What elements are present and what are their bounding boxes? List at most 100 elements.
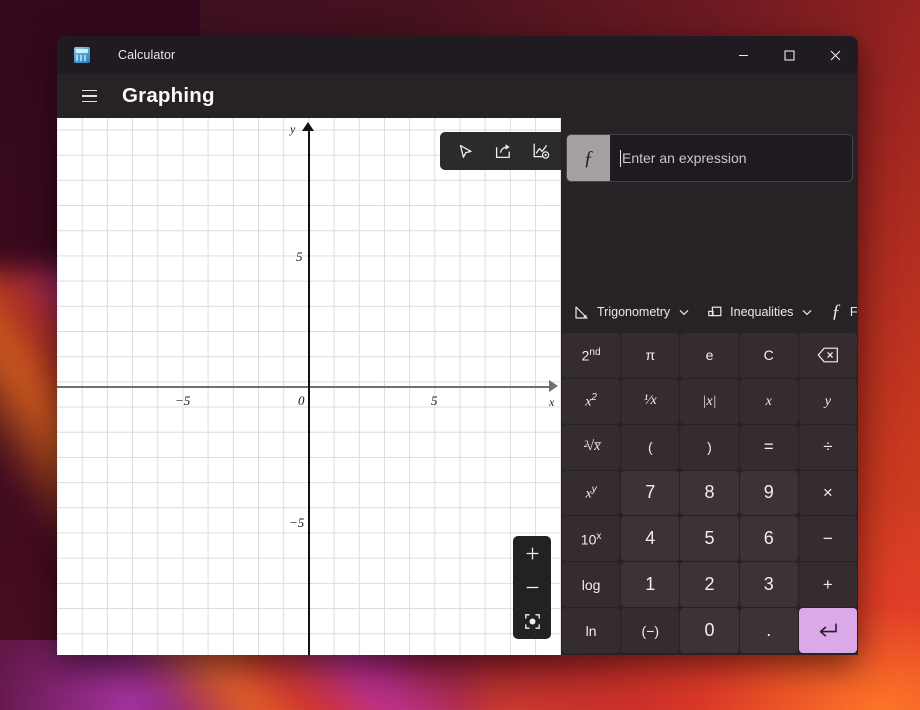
key-3[interactable]: 3 (739, 562, 798, 608)
key-ten-power[interactable]: 10x (562, 516, 621, 562)
key-8[interactable]: 8 (680, 470, 739, 516)
key-5[interactable]: 5 (680, 516, 739, 562)
key-7[interactable]: 7 (621, 470, 680, 516)
y-axis-label: y (290, 122, 296, 136)
calculator-icon (74, 47, 90, 63)
key-add[interactable]: + (798, 562, 857, 608)
inequalities-dropdown[interactable]: Inequalities (706, 304, 813, 321)
key-clear-label: C (763, 347, 774, 364)
key-power-label: xy (585, 483, 597, 502)
y-tick-minus5: −5 (289, 515, 305, 530)
function-category-bar: Trigonometry Inequalities ƒ F (561, 292, 858, 332)
key-y-label: y (824, 394, 831, 410)
maximize-button[interactable] (766, 36, 812, 74)
key-clear[interactable]: C (739, 333, 798, 378)
backspace-icon (817, 348, 838, 363)
key-equals-label: = (763, 437, 774, 457)
key-reciprocal[interactable]: ¹⁄x (621, 378, 680, 424)
key-5-label: 5 (704, 528, 715, 549)
key-1[interactable]: 1 (621, 562, 680, 608)
minimize-button[interactable] (720, 36, 766, 74)
key-paren-close-label: ) (707, 439, 712, 456)
key-second-label: 2nd (581, 347, 601, 364)
app-title: Calculator (118, 48, 176, 62)
chevron-down-icon (678, 309, 690, 316)
key-negate-label: (−) (641, 622, 660, 639)
key-4[interactable]: 4 (621, 516, 680, 562)
expression-area: ƒ Enter an expression (561, 118, 858, 292)
key-subtract[interactable]: − (798, 516, 857, 562)
window-body: −5 0 5 x 5 −5 y ƒ Enter an expression Tr… (57, 118, 858, 655)
inequality-icon (706, 304, 723, 321)
key-multiply[interactable]: × (798, 470, 857, 516)
key-enter[interactable] (798, 608, 857, 653)
key-e[interactable]: e (680, 333, 739, 378)
key-second[interactable]: 2nd (562, 333, 621, 378)
x-axis-label: x (549, 395, 555, 409)
key-log[interactable]: log (562, 562, 621, 608)
graph-toolbar (440, 132, 561, 170)
function-style-button[interactable]: ƒ (567, 135, 610, 181)
key-paren-close[interactable]: ) (680, 424, 739, 470)
key-pi[interactable]: π (621, 333, 680, 378)
text-caret (620, 149, 621, 167)
x-axis-arrow (549, 380, 558, 392)
x-tick-0: 0 (298, 393, 305, 408)
functions-dropdown[interactable]: ƒ F (831, 301, 857, 323)
graph-settings-icon[interactable] (530, 140, 552, 162)
key-0-label: 0 (704, 620, 715, 641)
inequalities-label: Inequalities (730, 305, 794, 319)
app-header: Graphing (57, 74, 858, 118)
calculator-window: Calculator Graphing −5 0 5 x 5 −5 y ƒ En… (57, 36, 858, 655)
window-controls (720, 36, 858, 74)
trigonometry-label: Trigonometry (597, 305, 671, 319)
key-pi-label: π (645, 347, 656, 364)
key-9[interactable]: 9 (739, 470, 798, 516)
key-decimal[interactable]: . (739, 608, 798, 653)
key-2[interactable]: 2 (680, 562, 739, 608)
key-log-label: log (581, 576, 601, 593)
key-y[interactable]: y (798, 378, 857, 424)
key-x[interactable]: x (739, 378, 798, 424)
zoom-out-button[interactable] (516, 572, 548, 602)
function-symbol-icon: ƒ (831, 301, 841, 322)
cursor-arrow-icon[interactable] (454, 140, 476, 162)
key-square[interactable]: x2 (562, 378, 621, 424)
x-tick-minus5: −5 (175, 393, 191, 408)
key-paren-open[interactable]: ( (621, 424, 680, 470)
x-tick-5: 5 (431, 393, 438, 408)
root-glyph: 2 √x̅ (583, 439, 601, 455)
key-power[interactable]: xy (562, 470, 621, 516)
key-8-label: 8 (704, 482, 715, 503)
key-equals[interactable]: = (739, 424, 798, 470)
key-e-label: e (705, 347, 714, 364)
key-ln[interactable]: ln (562, 608, 621, 653)
expression-input[interactable]: Enter an expression (610, 135, 852, 181)
close-button[interactable] (812, 36, 858, 74)
key-paren-open-label: ( (647, 439, 653, 456)
key-9-label: 9 (763, 482, 774, 503)
zoom-in-button[interactable] (516, 538, 548, 568)
key-square-label: x2 (585, 391, 597, 410)
reset-view-button[interactable] (516, 607, 548, 637)
key-negate[interactable]: (−) (621, 608, 680, 653)
key-backspace[interactable] (798, 333, 857, 378)
expression-row[interactable]: ƒ Enter an expression (566, 134, 853, 182)
key-6[interactable]: 6 (739, 516, 798, 562)
title-bar: Calculator (57, 36, 858, 74)
key-absolute[interactable]: |x| (680, 378, 739, 424)
functions-label: F (849, 305, 858, 319)
key-0[interactable]: 0 (680, 608, 739, 653)
key-4-label: 4 (645, 528, 656, 549)
y-axis-line (308, 130, 310, 655)
graph-canvas[interactable]: −5 0 5 x 5 −5 y (57, 118, 561, 655)
key-x-label: x (765, 394, 772, 410)
key-root[interactable]: 2 √x̅ (562, 424, 621, 470)
share-icon[interactable] (492, 140, 514, 162)
key-absolute-label: |x| (702, 394, 717, 410)
page-title: Graphing (122, 84, 215, 107)
key-divide[interactable]: ÷ (798, 424, 857, 470)
trigonometry-dropdown[interactable]: Trigonometry (573, 304, 690, 321)
hamburger-menu-icon[interactable] (74, 81, 104, 111)
key-3-label: 3 (763, 574, 774, 595)
